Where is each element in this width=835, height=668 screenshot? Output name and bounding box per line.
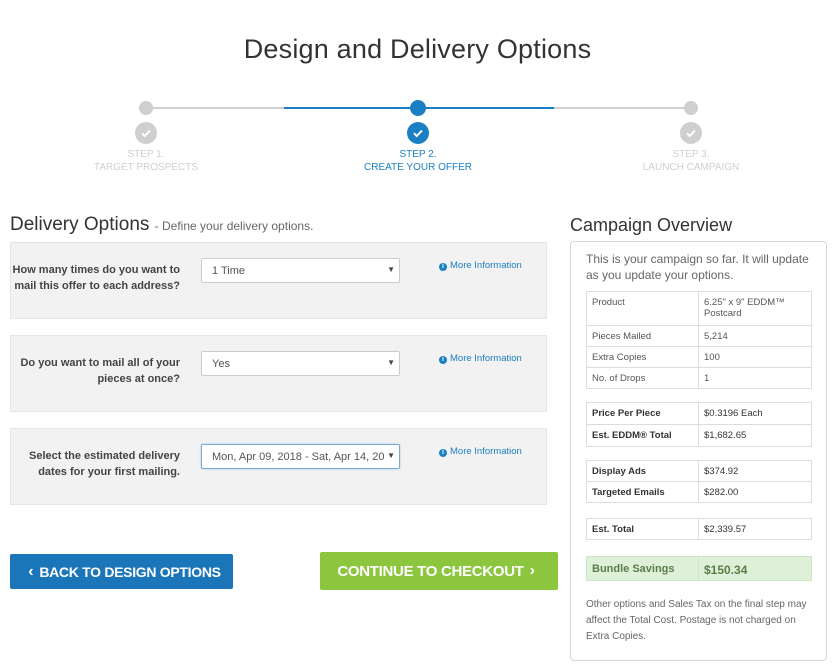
row-label: Product <box>586 291 699 326</box>
check-icon <box>407 122 429 144</box>
question-line: mail this offer to each address? <box>14 280 180 292</box>
question-line: dates for your first mailing. <box>38 466 180 478</box>
step-label: LAUNCH CAMPAIGN <box>642 162 740 173</box>
table-row: Targeted Emails $282.00 <box>586 481 812 503</box>
caret-down-icon: ▼ <box>385 358 395 367</box>
info-icon: i <box>439 263 447 271</box>
overview-intro: This is your campaign so far. It will up… <box>586 252 809 282</box>
button-label: CONTINUE TO CHECKOUT <box>337 562 524 580</box>
pricing-table: Price Per Piece $0.3196 Each Est. EDDM® … <box>586 402 812 447</box>
link-text: More Information <box>450 260 522 271</box>
step-create-offer[interactable]: STEP 2. CREATE YOUR OFFER <box>328 122 508 174</box>
row-label: Bundle Savings <box>586 556 699 581</box>
addons-table: Display Ads $374.92 Targeted Emails $282… <box>586 460 812 503</box>
row-label: Est. EDDM® Total <box>586 424 699 447</box>
progress-stepper: STEP 1. TARGET PROSPECTS STEP 2. CREATE … <box>0 96 835 176</box>
step-target-prospects[interactable]: STEP 1. TARGET PROSPECTS <box>56 122 236 174</box>
row-label: Est. Total <box>586 518 699 540</box>
check-icon <box>135 122 157 144</box>
more-information-link[interactable]: i More Information <box>439 353 522 364</box>
info-icon: i <box>439 356 447 364</box>
select-value: Yes <box>212 358 230 370</box>
info-icon: i <box>439 449 447 457</box>
caret-down-icon: ▼ <box>385 451 395 460</box>
chevron-left-icon: ‹ <box>28 562 34 580</box>
row-label: Pieces Mailed <box>586 325 699 347</box>
stepper-dot <box>684 101 698 115</box>
delivery-options-heading: Delivery Options - Define your delivery … <box>10 214 313 236</box>
total-table: Est. Total $2,339.57 <box>586 518 812 540</box>
option-mail-frequency: How many times do you want to mail this … <box>10 242 547 319</box>
row-label: Extra Copies <box>586 346 699 368</box>
back-to-design-options-button[interactable]: ‹ BACK TO DESIGN OPTIONS <box>10 554 233 589</box>
row-value: $282.00 <box>698 481 812 503</box>
row-value: $0.3196 Each <box>698 402 812 425</box>
section-title-text: Delivery Options <box>10 214 150 235</box>
check-icon <box>680 122 702 144</box>
row-value: 5,214 <box>698 325 812 347</box>
caret-down-icon: ▼ <box>385 265 395 274</box>
table-row: Product 6.25" x 9" EDDM™ Postcard <box>586 291 812 326</box>
question-label: Select the estimated delivery dates for … <box>10 448 180 480</box>
table-row: Price Per Piece $0.3196 Each <box>586 402 812 425</box>
campaign-details-table: Product 6.25" x 9" EDDM™ Postcard Pieces… <box>586 291 812 389</box>
campaign-overview-panel: This is your campaign so far. It will up… <box>570 241 827 661</box>
mail-frequency-select[interactable]: 1 Time ▼ <box>201 258 400 283</box>
chevron-right-icon: › <box>529 562 535 579</box>
question-line: Do you want to mail all of your <box>20 357 180 369</box>
table-row: No. of Drops 1 <box>586 367 812 389</box>
more-information-link[interactable]: i More Information <box>439 260 522 271</box>
select-value: 1 Time <box>212 265 246 277</box>
row-value: $1,682.65 <box>698 424 812 447</box>
page-title: Design and Delivery Options <box>243 34 592 64</box>
step-label: CREATE YOUR OFFER <box>364 162 472 173</box>
campaign-overview-title: Campaign Overview <box>570 215 733 235</box>
table-row: Est. Total $2,339.57 <box>586 518 812 540</box>
row-value: 100 <box>698 346 812 368</box>
step-number: STEP 1. <box>127 149 165 160</box>
question-line: pieces at once? <box>97 373 180 385</box>
delivery-dates-select[interactable]: Mon, Apr 09, 2018 - Sat, Apr 14, 20 ▼ <box>201 444 400 469</box>
option-mail-all-at-once: Do you want to mail all of your pieces a… <box>10 335 547 412</box>
mail-all-at-once-select[interactable]: Yes ▼ <box>201 351 400 376</box>
question-line: How many times do you want to <box>12 264 180 276</box>
link-text: More Information <box>450 353 522 364</box>
table-row: Bundle Savings $150.34 <box>586 556 812 581</box>
button-label: BACK TO DESIGN OPTIONS <box>39 563 221 580</box>
option-delivery-dates: Select the estimated delivery dates for … <box>10 428 547 505</box>
row-value: $374.92 <box>698 460 812 482</box>
step-number: STEP 3. <box>672 149 710 160</box>
step-label: TARGET PROSPECTS <box>93 162 199 173</box>
row-value: $2,339.57 <box>698 518 812 540</box>
stepper-line <box>146 107 284 109</box>
row-label: No. of Drops <box>586 367 699 389</box>
row-label: Targeted Emails <box>586 481 699 503</box>
bundle-savings-table: Bundle Savings $150.34 <box>586 556 812 581</box>
question-line: Select the estimated delivery <box>28 450 180 462</box>
overview-note: Other options and Sales Tax on the final… <box>586 599 807 642</box>
stepper-line <box>554 107 691 109</box>
link-text: More Information <box>450 446 522 457</box>
step-number: STEP 2. <box>399 149 437 160</box>
question-label: Do you want to mail all of your pieces a… <box>10 355 180 387</box>
row-label: Display Ads <box>586 460 699 482</box>
row-value: $150.34 <box>698 556 812 581</box>
more-information-link[interactable]: i More Information <box>439 446 522 457</box>
table-row: Est. EDDM® Total $1,682.65 <box>586 424 812 447</box>
row-value: 6.25" x 9" EDDM™ Postcard <box>698 291 812 326</box>
stepper-dot-active <box>410 100 426 116</box>
step-launch-campaign[interactable]: STEP 3. LAUNCH CAMPAIGN <box>601 122 781 174</box>
row-label: Price Per Piece <box>586 402 699 425</box>
table-row: Display Ads $374.92 <box>586 460 812 482</box>
table-row: Pieces Mailed 5,214 <box>586 325 812 347</box>
stepper-dot <box>139 101 153 115</box>
question-label: How many times do you want to mail this … <box>10 262 180 294</box>
row-value: 1 <box>698 367 812 389</box>
select-value: Mon, Apr 09, 2018 - Sat, Apr 14, 20 <box>212 451 385 463</box>
section-subtitle: - Define your delivery options. <box>154 219 314 233</box>
table-row: Extra Copies 100 <box>586 346 812 368</box>
continue-to-checkout-button[interactable]: CONTINUE TO CHECKOUT › <box>320 552 558 590</box>
